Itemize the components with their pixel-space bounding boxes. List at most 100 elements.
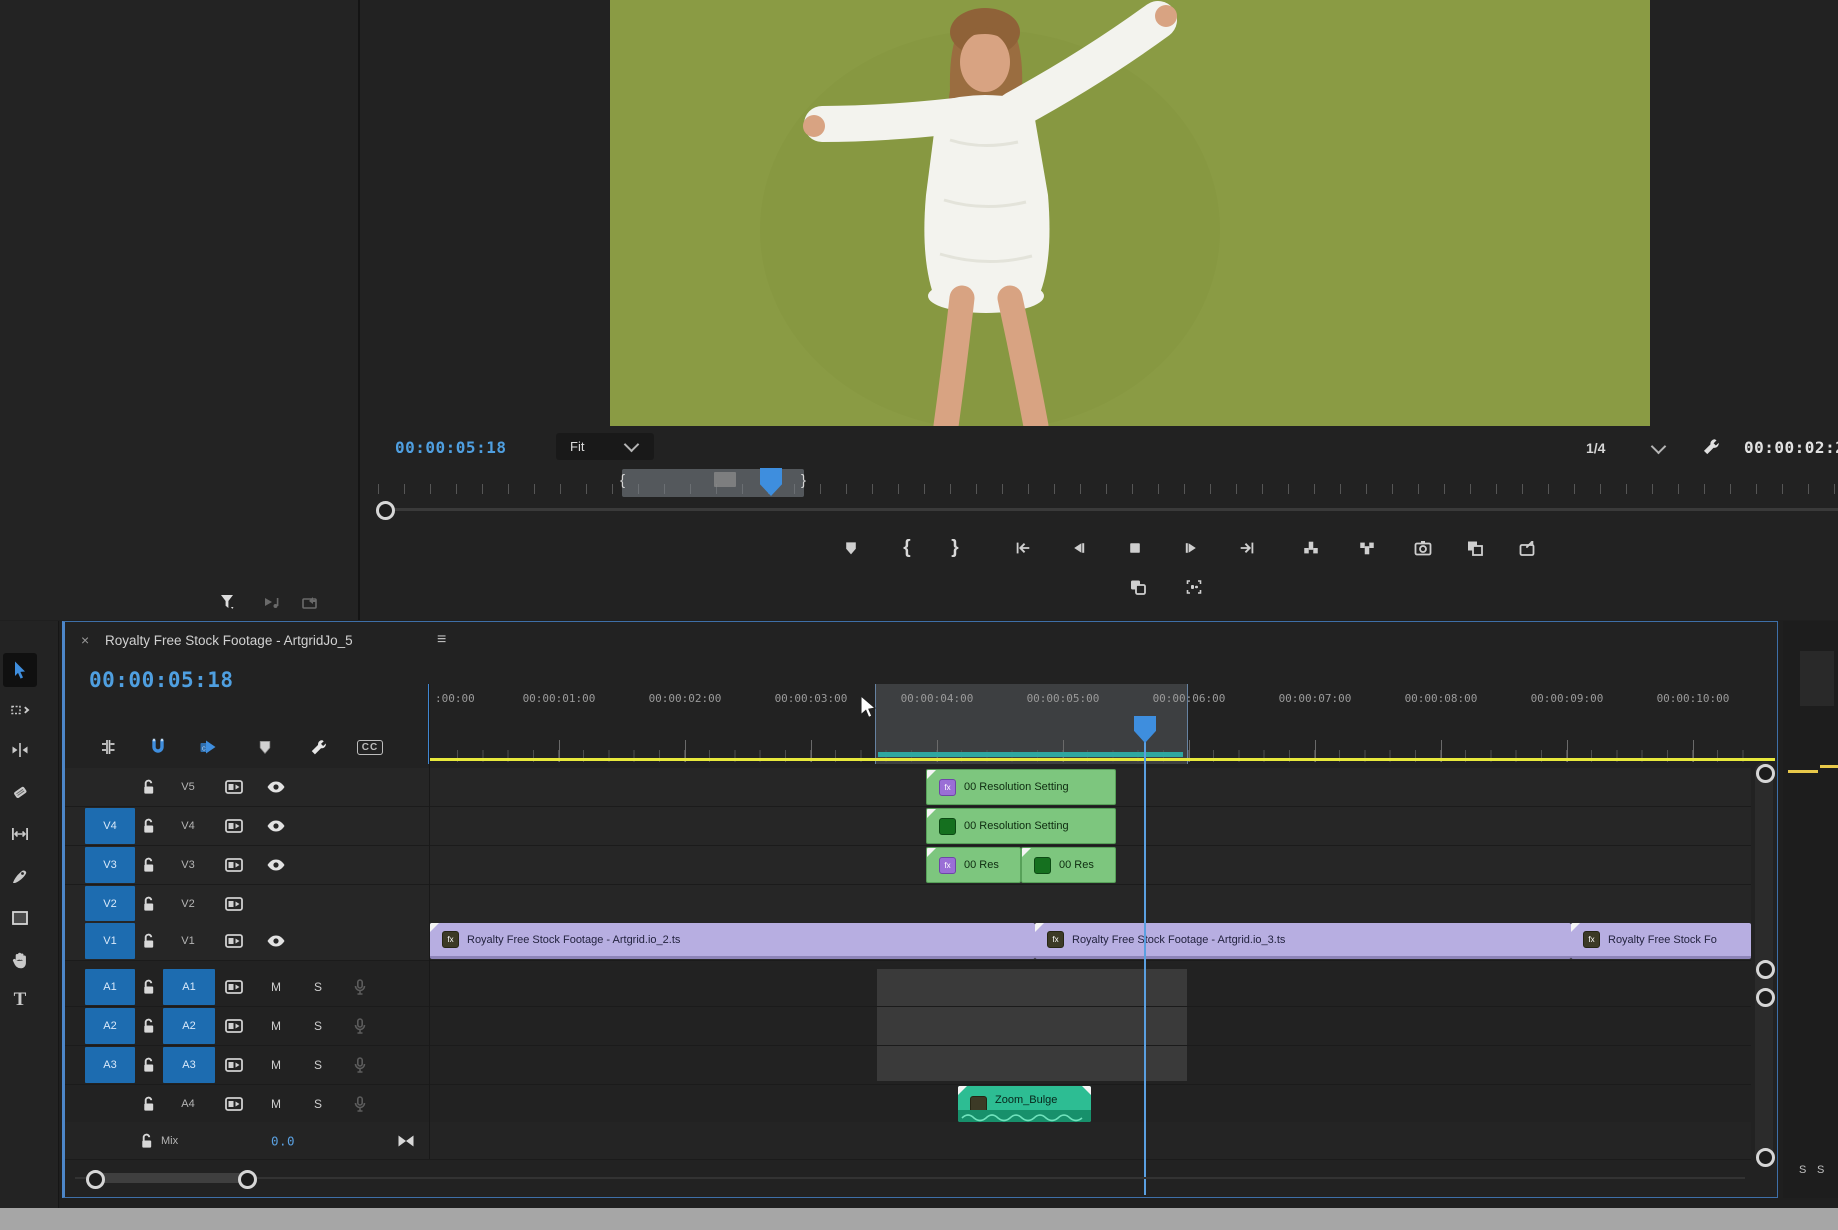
track-select-forward-tool[interactable] [9, 699, 31, 721]
mix-volume-value[interactable]: 0.0 [271, 1133, 295, 1148]
clip-v1-artgrid-2[interactable]: fx Royalty Free Stock Footage - Artgrid.… [430, 923, 1035, 959]
mic-icon[interactable] [353, 1018, 367, 1034]
sync-lock-icon[interactable] [225, 819, 243, 833]
type-tool[interactable]: T [9, 989, 31, 1011]
source-patch-v4[interactable]: V4 [85, 808, 135, 844]
clip-v3-res-a[interactable]: fx 00 Res [926, 847, 1021, 883]
clip-v5-resolution-setting[interactable]: fx 00 Resolution Setting [926, 769, 1116, 805]
source-patch-a1[interactable]: A1 [85, 969, 135, 1005]
mini-scrollbar-track[interactable] [378, 508, 1838, 511]
monitor-right-timecode[interactable]: 00:00:02:2 [1744, 438, 1838, 457]
go-to-in-button[interactable] [1005, 533, 1041, 563]
ripple-edit-tool[interactable] [9, 739, 31, 761]
track-name-badge-a2[interactable]: A2 [163, 1008, 215, 1044]
track-name[interactable]: V5 [165, 781, 211, 793]
audio-scroll-knob-top[interactable] [1756, 988, 1775, 1007]
step-forward-button[interactable] [1173, 533, 1209, 563]
extract-button[interactable] [1349, 533, 1385, 563]
clip-v1-artgrid-3[interactable]: fx Royalty Free Stock Footage - Artgrid.… [1035, 923, 1571, 959]
sliver-solo-1[interactable]: S [1799, 1164, 1806, 1176]
add-marker-button[interactable] [833, 533, 869, 563]
lock-icon[interactable] [141, 1018, 156, 1034]
tab-close-button[interactable]: × [81, 632, 89, 648]
pen-tool[interactable] [9, 865, 31, 887]
export-icon[interactable] [298, 590, 322, 614]
lift-button[interactable] [1293, 533, 1329, 563]
monitor-mini-ruler[interactable] [378, 480, 1838, 494]
selection-tool[interactable] [9, 659, 31, 681]
mute-button[interactable]: M [268, 1019, 284, 1033]
keyframe-bowtie-icon[interactable] [397, 1134, 415, 1148]
source-patch-v2[interactable]: V2 [85, 886, 135, 921]
collapsed-track-teal-strip[interactable] [878, 752, 1183, 757]
video-scroll-knob-bottom[interactable] [1756, 960, 1775, 979]
captions-icon[interactable]: CC [355, 732, 385, 762]
button-editor-button[interactable] [1176, 572, 1212, 602]
track-name[interactable]: A4 [165, 1098, 211, 1110]
snap-magnet-icon[interactable] [143, 732, 173, 762]
mute-button[interactable]: M [268, 1058, 284, 1072]
sync-lock-icon[interactable] [225, 1058, 243, 1072]
mic-icon[interactable] [353, 979, 367, 995]
lock-icon[interactable] [141, 896, 156, 912]
mute-button[interactable]: M [268, 980, 284, 994]
lock-icon[interactable] [141, 979, 156, 995]
source-patch-a3[interactable]: A3 [85, 1047, 135, 1083]
clip-a4-zoom-bulge[interactable]: Zoom_Bulge [958, 1086, 1091, 1122]
lock-icon[interactable] [141, 933, 156, 949]
export-frame-button[interactable] [1405, 533, 1441, 563]
work-area-yellow-line[interactable] [430, 758, 1775, 761]
clip-v1-artgrid-4[interactable]: fx Royalty Free Stock Fo [1571, 923, 1751, 959]
sync-lock-icon[interactable] [225, 858, 243, 872]
marker-icon[interactable] [250, 732, 280, 762]
viewbar-left-brace[interactable]: { [620, 472, 625, 489]
solo-button[interactable]: S [310, 1019, 326, 1033]
hscroll-knob-right[interactable] [238, 1170, 257, 1189]
hscroll-knob-left[interactable] [86, 1170, 105, 1189]
mark-out-button[interactable]: } [937, 533, 973, 563]
step-back-button[interactable] [1061, 533, 1097, 563]
hand-tool[interactable] [9, 949, 31, 971]
play-stop-button[interactable] [1117, 533, 1153, 563]
sync-lock-icon[interactable] [225, 780, 243, 794]
sync-lock-icon[interactable] [225, 1019, 243, 1033]
clip-v3-res-b[interactable]: 00 Res [1021, 847, 1116, 883]
zoom-level-select[interactable]: Fit [556, 433, 654, 460]
track-name[interactable]: V4 [165, 820, 211, 832]
sync-lock-icon[interactable] [225, 980, 243, 994]
playback-resolution-select[interactable]: 1/4 [1586, 436, 1686, 460]
slip-tool[interactable] [9, 823, 31, 845]
lock-icon[interactable] [139, 1133, 154, 1149]
mic-icon[interactable] [353, 1096, 367, 1112]
video-scroll-knob-top[interactable] [1756, 764, 1775, 783]
filter-icon[interactable] [216, 590, 240, 614]
sync-lock-icon[interactable] [225, 934, 243, 948]
mute-button[interactable]: M [268, 1097, 284, 1111]
mini-scrollbar-knob[interactable] [376, 501, 395, 520]
viewbar-right-brace[interactable]: } [801, 472, 806, 489]
horizontal-scrollbar-track[interactable] [75, 1177, 1745, 1179]
timeline-timecode[interactable]: 00:00:05:18 [89, 668, 234, 692]
nest-sequence-icon[interactable] [93, 732, 123, 762]
go-to-out-button[interactable] [1229, 533, 1265, 563]
sequence-tab-title[interactable]: Royalty Free Stock Footage - ArtgridJo_5 [105, 633, 353, 648]
linked-selection-icon[interactable]: C [193, 732, 223, 762]
audio-scroll-knob-bottom[interactable] [1756, 1148, 1775, 1167]
source-patch-v1[interactable]: V1 [85, 923, 135, 959]
track-name[interactable]: V2 [165, 898, 211, 910]
sync-lock-icon[interactable] [225, 1097, 243, 1111]
panel-menu-icon[interactable]: ≡ [437, 631, 446, 649]
viewbar-thumb[interactable] [714, 472, 736, 487]
clip-v4-resolution-setting[interactable]: 00 Resolution Setting [926, 808, 1116, 844]
comparison-view-button[interactable] [1120, 572, 1156, 602]
track-name[interactable]: V1 [165, 935, 211, 947]
solo-button[interactable]: S [310, 1097, 326, 1111]
source-patch-v3[interactable]: V3 [85, 847, 135, 883]
audition-play-icon[interactable] [260, 590, 284, 614]
track-name-badge-a3[interactable]: A3 [163, 1047, 215, 1083]
solo-button[interactable]: S [310, 1058, 326, 1072]
solo-button[interactable]: S [310, 980, 326, 994]
monitor-settings-wrench-icon[interactable] [1698, 434, 1724, 460]
lock-icon[interactable] [141, 818, 156, 834]
header-content-divider[interactable] [429, 684, 430, 1159]
